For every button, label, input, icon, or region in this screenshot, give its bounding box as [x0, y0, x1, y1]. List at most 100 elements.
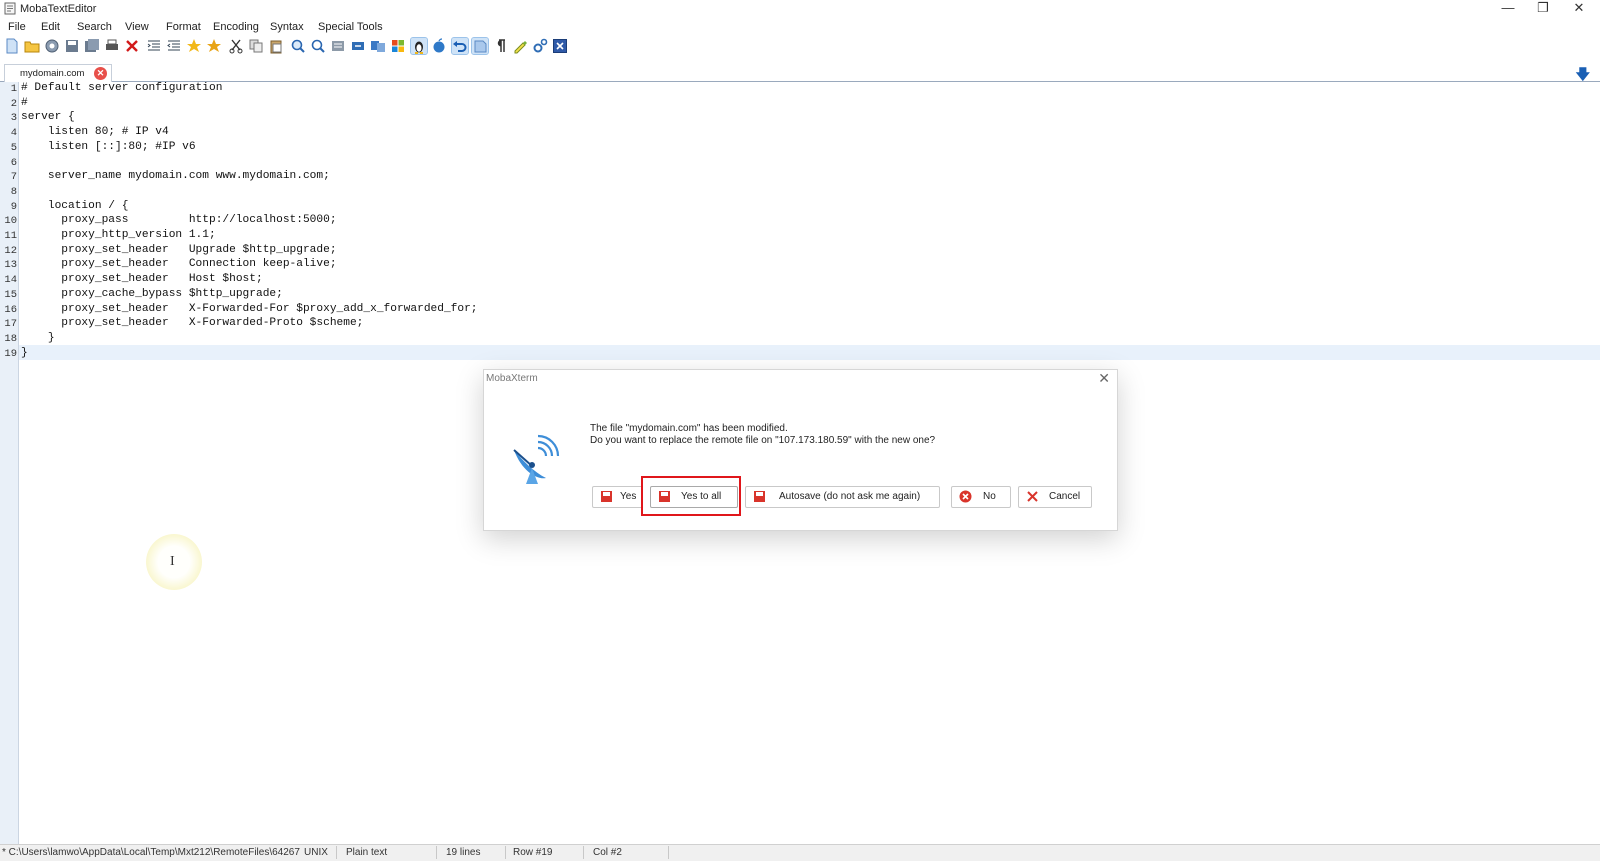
- code-line[interactable]: proxy_http_version 1.1;: [21, 229, 215, 241]
- save-all-icon[interactable]: [84, 38, 100, 54]
- menu-edit[interactable]: Edit: [41, 21, 60, 33]
- menu-view[interactable]: View: [125, 21, 149, 33]
- code-line[interactable]: listen 80; # IP v4: [21, 126, 169, 138]
- menu-format[interactable]: Format: [166, 21, 201, 33]
- save-confirm-dialog: MobaXterm ✕ The file "mydomain.com" has …: [483, 369, 1118, 531]
- minimize-icon[interactable]: —: [1490, 0, 1526, 18]
- ibeam-cursor-icon: I: [170, 554, 175, 569]
- compare-icon[interactable]: [370, 38, 386, 54]
- code-line[interactable]: #: [21, 97, 28, 109]
- next-bookmark-icon[interactable]: [206, 38, 222, 54]
- replace-icon[interactable]: [330, 38, 346, 54]
- line-number: 11: [4, 230, 17, 242]
- status-bar: * C:\Users\lamwo\AppData\Local\Temp\Mxt2…: [0, 844, 1600, 861]
- status-path: * C:\Users\lamwo\AppData\Local\Temp\Mxt2…: [2, 847, 300, 858]
- goto-line-icon[interactable]: [350, 38, 366, 54]
- redo-icon[interactable]: [471, 37, 489, 55]
- line-number: 13: [4, 259, 17, 272]
- code-line[interactable]: proxy_set_header Host $host;: [21, 273, 262, 285]
- pilcrow-icon[interactable]: [492, 38, 508, 54]
- yes-button[interactable]: Yes: [592, 486, 643, 508]
- mac-eol-icon[interactable]: [431, 38, 447, 54]
- code-line[interactable]: proxy_set_header X-Forwarded-For $proxy_…: [21, 303, 477, 315]
- line-number: 8: [10, 185, 17, 198]
- code-line[interactable]: proxy_set_header Upgrade $http_upgrade;: [21, 244, 336, 256]
- windows-eol-icon[interactable]: [390, 38, 406, 54]
- line-number: 6: [10, 156, 17, 169]
- code-line[interactable]: listen [::]:80; #IP v6: [21, 141, 196, 153]
- line-number: 1: [10, 83, 17, 95]
- status-separator: [505, 846, 506, 859]
- undo-icon[interactable]: [451, 37, 469, 55]
- line-number: 5: [10, 141, 17, 154]
- save-icon[interactable]: [64, 38, 80, 54]
- window-title: MobaTextEditor: [20, 3, 97, 15]
- cancel-label: Cancel: [1049, 491, 1081, 502]
- title-bar: MobaTextEditor — ❐ ✕: [0, 0, 1600, 18]
- no-button[interactable]: No: [951, 486, 1011, 508]
- menu-encoding[interactable]: Encoding: [213, 21, 259, 33]
- paste-icon[interactable]: [268, 38, 284, 54]
- menu-special-tools[interactable]: Special Tools: [318, 21, 383, 33]
- code-line[interactable]: proxy_pass http://localhost:5000;: [21, 214, 336, 226]
- status-separator: [436, 846, 437, 859]
- autosave-button[interactable]: Autosave (do not ask me again): [745, 486, 940, 508]
- status-eol: UNIX: [304, 847, 328, 858]
- code-line[interactable]: # Default server configuration: [21, 82, 222, 94]
- line-number: 9: [10, 200, 17, 213]
- find-next-icon[interactable]: [310, 38, 326, 54]
- copy-icon[interactable]: [248, 38, 264, 54]
- settings-icon[interactable]: [532, 38, 548, 54]
- line-number: 18: [4, 332, 17, 345]
- unindent-icon[interactable]: [166, 38, 182, 54]
- cut-icon[interactable]: [228, 38, 244, 54]
- restore-icon[interactable]: ❐: [1525, 0, 1561, 18]
- linux-eol-icon[interactable]: [410, 37, 428, 55]
- line-number: 19: [4, 347, 17, 360]
- code-line[interactable]: server_name mydomain.com www.mydomain.co…: [21, 170, 330, 182]
- new-file-icon[interactable]: [4, 38, 20, 54]
- dialog-message-line1: The file "mydomain.com" has been modifie…: [590, 423, 788, 434]
- no-label: No: [983, 491, 996, 502]
- current-line-highlight: [19, 345, 1600, 360]
- line-number: 12: [4, 244, 17, 257]
- code-line[interactable]: proxy_set_header Connection keep-alive;: [21, 258, 336, 270]
- code-line[interactable]: proxy_cache_bypass $http_upgrade;: [21, 288, 283, 300]
- line-number: 2: [10, 97, 17, 110]
- indent-icon[interactable]: [146, 38, 162, 54]
- tab-label: mydomain.com: [20, 68, 85, 79]
- line-number: 17: [4, 318, 17, 331]
- code-line[interactable]: proxy_set_header X-Forwarded-Proto $sche…: [21, 317, 363, 329]
- tab-mydomain[interactable]: mydomain.com ✕: [4, 64, 112, 82]
- exit-icon[interactable]: [552, 38, 568, 54]
- tab-close-icon[interactable]: ✕: [94, 67, 107, 80]
- line-number: 4: [10, 127, 17, 140]
- code-line[interactable]: location / {: [21, 200, 129, 212]
- highlighter-icon[interactable]: [512, 38, 528, 54]
- cancel-button[interactable]: Cancel: [1018, 486, 1092, 508]
- menu-search[interactable]: Search: [77, 21, 112, 33]
- print-icon[interactable]: [104, 38, 120, 54]
- line-number: 14: [4, 274, 17, 287]
- tab-strip: mydomain.com ✕: [0, 62, 1600, 82]
- find-icon[interactable]: [290, 38, 306, 54]
- dialog-title: MobaXterm: [486, 373, 538, 384]
- close-file-icon[interactable]: [124, 38, 140, 54]
- close-window-icon[interactable]: ✕: [1561, 0, 1597, 18]
- code-line[interactable]: server {: [21, 111, 75, 123]
- code-line[interactable]: }: [21, 347, 28, 359]
- menu-syntax[interactable]: Syntax: [270, 21, 304, 33]
- menu-file[interactable]: File: [8, 21, 26, 33]
- yes-label: Yes: [620, 491, 637, 502]
- line-number: 7: [10, 171, 17, 184]
- status-lines: 19 lines: [446, 847, 481, 858]
- code-line[interactable]: }: [21, 332, 55, 344]
- bookmark-icon[interactable]: [186, 38, 202, 54]
- status-separator: [336, 846, 337, 859]
- status-row: Row #19: [513, 847, 553, 858]
- reload-icon[interactable]: [44, 38, 60, 54]
- save-icon: [601, 491, 612, 502]
- open-folder-icon[interactable]: [24, 38, 40, 54]
- dialog-close-icon[interactable]: ✕: [1098, 370, 1110, 387]
- no-icon: [959, 490, 972, 503]
